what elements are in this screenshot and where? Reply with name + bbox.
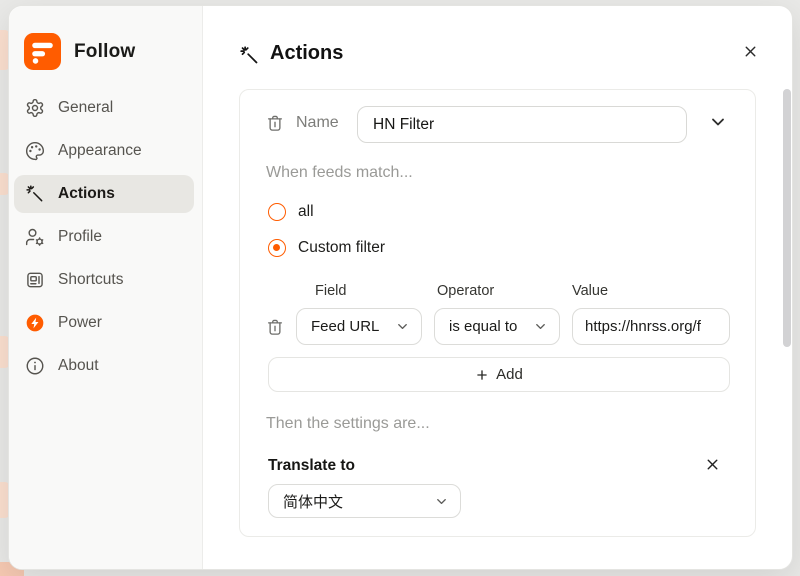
gear-icon [25,98,45,118]
translate-language-value: 简体中文 [283,491,343,512]
power-bolt-icon [25,313,45,333]
sidebar-item-label: Actions [58,185,115,203]
close-modal-button[interactable] [738,39,762,63]
column-header-operator: Operator [437,283,494,299]
when-feeds-match-heading: When feeds match... [266,164,413,182]
settings-sidebar: Follow General Appearance Actions Profil [9,6,203,569]
sidebar-item-label: Appearance [58,142,142,160]
field-select[interactable]: Feed URL [296,308,422,345]
collapse-rule-button[interactable] [708,112,728,132]
user-gear-icon [25,227,45,247]
sidebar-item-about[interactable]: About [14,347,194,385]
delete-filter-row-button[interactable] [266,318,284,336]
add-button-label: Add [496,366,523,383]
sidebar-item-label: Shortcuts [58,271,123,289]
name-input[interactable] [357,106,687,143]
column-header-value: Value [572,283,608,299]
chevron-down-icon [533,319,548,334]
field-select-value: Feed URL [311,318,379,335]
sidebar-item-label: About [58,357,99,375]
match-option-all[interactable]: all [268,203,314,221]
sidebar-item-shortcuts[interactable]: Shortcuts [14,261,194,299]
trash-icon [266,318,284,336]
wand-sparkle-icon [239,45,260,66]
settings-modal: Follow General Appearance Actions Profil [8,5,793,570]
chevron-down-icon [395,319,410,334]
scrollbar-thumb[interactable] [783,89,791,347]
info-icon [25,356,45,376]
chevron-down-icon [708,112,728,132]
translate-language-select[interactable]: 简体中文 [268,484,461,518]
wand-sparkle-icon [25,184,45,204]
x-icon [704,456,721,473]
name-label: Name [296,114,339,132]
plus-icon [475,368,489,382]
translate-to-label: Translate to [268,457,355,475]
sidebar-item-power[interactable]: Power [14,304,194,342]
keyboard-icon [25,270,45,290]
x-icon [742,43,759,60]
brand-name: Follow [74,41,135,63]
sidebar-item-appearance[interactable]: Appearance [14,132,194,170]
radio-selected-icon [268,239,286,257]
trash-icon [266,114,284,132]
action-rule-card: Name When feeds match... all Custom filt… [239,89,756,537]
delete-action-button[interactable] [266,114,284,132]
chevron-down-icon [434,494,449,509]
remove-setting-button[interactable] [704,456,721,473]
sidebar-item-label: Power [58,314,102,332]
radio-label: all [298,203,314,221]
match-option-custom-filter[interactable]: Custom filter [268,239,385,257]
follow-logo-icon [24,33,61,70]
radio-label: Custom filter [298,239,385,257]
sidebar-item-profile[interactable]: Profile [14,218,194,256]
sidebar-item-label: Profile [58,228,102,246]
palette-icon [25,141,45,161]
then-settings-heading: Then the settings are... [266,415,430,433]
brand: Follow [24,33,135,70]
value-input[interactable] [572,308,730,345]
operator-select-value: is equal to [449,318,517,335]
radio-unselected-icon [268,203,286,221]
column-header-field: Field [315,283,346,299]
page-title: Actions [270,42,343,65]
add-filter-row-button[interactable]: Add [268,357,730,392]
sidebar-item-general[interactable]: General [14,89,194,127]
sidebar-item-actions[interactable]: Actions [14,175,194,213]
sidebar-item-label: General [58,99,113,117]
operator-select[interactable]: is equal to [434,308,560,345]
